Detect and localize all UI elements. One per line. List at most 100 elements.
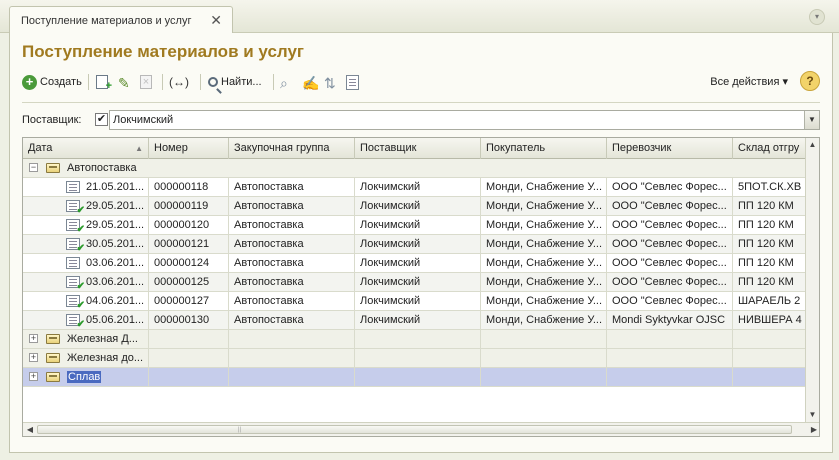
table-cell-warehouse: НИВШЕРА 4	[733, 311, 807, 330]
scroll-down-icon[interactable]: ▼	[806, 408, 819, 422]
group-row[interactable]: − Автопоставка	[23, 159, 807, 178]
search-cancel-button[interactable]: ⌕	[280, 72, 295, 92]
table-cell-date: 29.05.201...	[23, 197, 149, 216]
table-cell-group: Автопоставка	[229, 254, 355, 273]
table-cell-number: 000000127	[149, 292, 229, 311]
table-row[interactable]: 21.05.201... 000000118 Автопоставка Локчимс…	[23, 178, 807, 197]
expand-icon[interactable]: +	[29, 372, 38, 381]
table-cell-buyer: Монди, Снабжение У...	[481, 235, 607, 254]
column-header-warehouse[interactable]: Склад отгру	[733, 138, 807, 159]
table-cell-buyer: Монди, Снабжение У...	[481, 311, 607, 330]
table-cell-supplier: Локчимский	[355, 311, 481, 330]
table-row[interactable]: 03.06.201... 000000124 Автопоставка Локчимс…	[23, 254, 807, 273]
link-icon: (↔)	[169, 74, 189, 89]
create-button[interactable]: + Создать	[22, 72, 82, 92]
table-cell-group: Автопоставка	[229, 235, 355, 254]
expand-icon[interactable]: +	[29, 353, 38, 362]
table-cell-buyer: Монди, Снабжение У...	[481, 273, 607, 292]
table-cell-date: 03.06.201...	[23, 254, 149, 273]
table-header: Дата ▲ Номер Закупочная группа Поставщик…	[23, 138, 819, 159]
find-button[interactable]: Найти...	[208, 72, 262, 92]
table-row[interactable]: 03.06.201...000000125АвтопоставкаЛокчимс…	[23, 273, 807, 292]
copy-button[interactable]	[96, 72, 112, 92]
table-cell-buyer: Монди, Снабжение У...	[481, 216, 607, 235]
table-cell-date: 05.06.201...	[23, 311, 149, 330]
horizontal-scrollbar[interactable]: ◀ || ▶	[23, 422, 819, 436]
supplier-field[interactable]: Локчимский ▼	[109, 110, 820, 130]
table-row[interactable]: 29.05.201...000000120АвтопоставкаЛокчимс…	[23, 216, 807, 235]
column-header-label: Закупочная группа	[234, 142, 330, 154]
help-icon[interactable]: ?	[800, 71, 820, 91]
table-cell	[607, 368, 733, 387]
table-cell-number: 000000119	[149, 197, 229, 216]
vertical-scrollbar[interactable]: ▲ ▼	[805, 138, 819, 422]
document-icon	[346, 74, 359, 90]
edit-button[interactable]: ✎	[118, 72, 133, 92]
group-row[interactable]: + Сплав	[23, 368, 807, 387]
tab-receipts[interactable]: Поступление материалов и услуг ✕	[9, 6, 233, 34]
column-header-buyer[interactable]: Покупатель	[481, 138, 607, 159]
scroll-right-icon[interactable]: ▶	[807, 423, 819, 436]
table-cell-date: 29.05.201...	[23, 216, 149, 235]
table-cell-warehouse: ПП 120 КМ	[733, 235, 807, 254]
table-row[interactable]: 04.06.201...000000127АвтопоставкаЛокчимс…	[23, 292, 807, 311]
delete-button[interactable]: ×	[140, 72, 152, 92]
expand-icon[interactable]: +	[29, 334, 38, 343]
group-label: Железная до...	[67, 352, 144, 364]
table-cell-carrier: ООО "Севлес Форес...	[607, 273, 733, 292]
table-cell-supplier: Локчимский	[355, 292, 481, 311]
column-header-carrier[interactable]: Перевозчик	[607, 138, 733, 159]
all-actions-menu[interactable]: Все действия ▾	[710, 75, 788, 88]
supplier-filter-label: Поставщик:	[22, 114, 82, 126]
column-header-label: Покупатель	[486, 142, 546, 154]
table-cell-buyer: Монди, Снабжение У...	[481, 178, 607, 197]
toolbar-separator	[88, 74, 89, 90]
collapse-icon[interactable]: −	[29, 163, 38, 172]
toolbar-separator	[200, 74, 201, 90]
column-header-number[interactable]: Номер	[149, 138, 229, 159]
form-panel: Поступление материалов и услуг + Создать…	[9, 33, 833, 453]
supplier-filter-checkbox[interactable]: ✔	[95, 113, 108, 126]
folder-icon	[46, 372, 60, 382]
table-cell-supplier: Локчимский	[355, 216, 481, 235]
scroll-left-icon[interactable]: ◀	[23, 423, 37, 436]
table-cell-number: 000000124	[149, 254, 229, 273]
table-cell	[149, 368, 229, 387]
dropdown-arrow-icon[interactable]: ▼	[804, 111, 819, 129]
table-row[interactable]: 30.05.201...000000121АвтопоставкаЛокчимс…	[23, 235, 807, 254]
link-button[interactable]: (↔)	[169, 72, 189, 92]
column-header-supplier[interactable]: Поставщик	[355, 138, 481, 159]
table-cell-buyer: Монди, Снабжение У...	[481, 292, 607, 311]
group-row[interactable]: + Железная до...	[23, 349, 807, 368]
post-button[interactable]	[346, 72, 359, 92]
table-cell	[733, 349, 807, 368]
plus-icon: +	[22, 74, 37, 90]
table-cell-group: Автопоставка	[229, 273, 355, 292]
structure-button[interactable]: ⇅	[324, 72, 339, 92]
toolbar-separator	[273, 74, 274, 90]
table-cell	[733, 330, 807, 349]
column-header-purchase-group[interactable]: Закупочная группа	[229, 138, 355, 159]
table-cell-group: Автопоставка	[229, 197, 355, 216]
delete-icon: ×	[140, 75, 152, 89]
folder-icon	[46, 353, 60, 363]
table-cell	[607, 330, 733, 349]
scroll-up-icon[interactable]: ▲	[806, 138, 819, 152]
tab-close-icon[interactable]: ✕	[210, 12, 222, 29]
table-cell-warehouse: ПП 120 КМ	[733, 273, 807, 292]
group-row[interactable]: + Железная Д...	[23, 330, 807, 349]
table-cell-supplier: Локчимский	[355, 197, 481, 216]
table-row[interactable]: 05.06.201...000000130АвтопоставкаЛокчимс…	[23, 311, 807, 330]
table-cell	[149, 349, 229, 368]
table-cell-group: Автопоставка	[229, 216, 355, 235]
tab-menu-chevron-icon[interactable]: ▾	[809, 9, 825, 25]
sort-icon: ▲	[135, 144, 143, 153]
table-cell	[481, 349, 607, 368]
documents-table[interactable]: Дата ▲ Номер Закупочная группа Поставщик…	[22, 137, 820, 437]
scrollbar-thumb[interactable]: ||	[37, 425, 792, 434]
document-edit-button[interactable]: ✍	[302, 72, 319, 92]
column-header-date[interactable]: Дата ▲	[23, 138, 149, 159]
table-cell	[481, 330, 607, 349]
table-row[interactable]: 29.05.201...000000119АвтопоставкаЛокчимс…	[23, 197, 807, 216]
column-header-label: Склад отгру	[738, 142, 800, 154]
